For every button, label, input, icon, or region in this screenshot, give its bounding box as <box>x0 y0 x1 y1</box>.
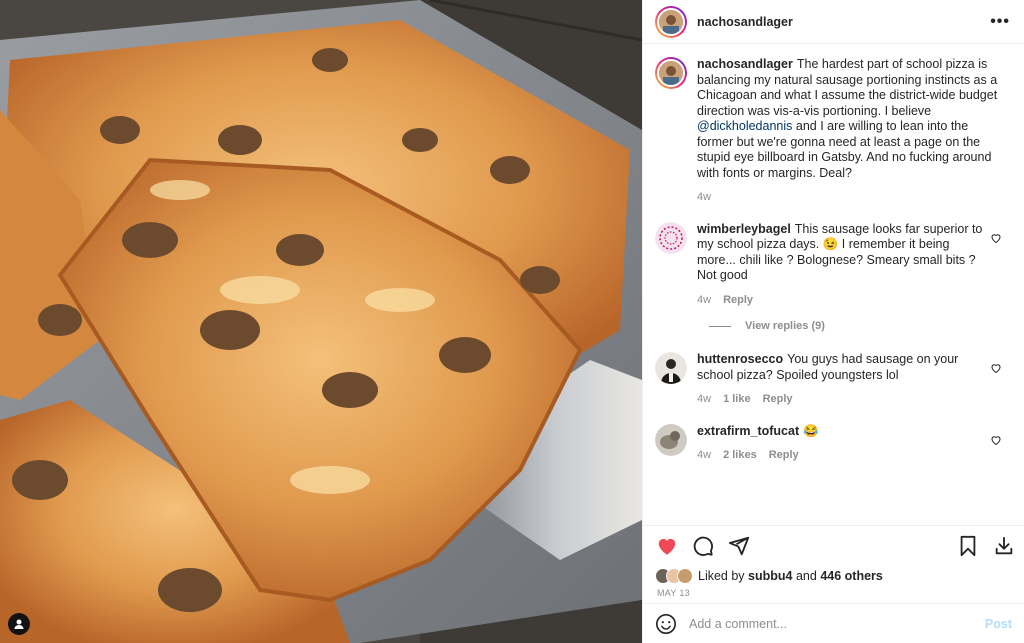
post-date[interactable]: MAY 13 <box>643 586 1024 604</box>
commenter-avatar[interactable] <box>655 423 687 456</box>
post-panel: nachosandlager ••• nachosandlager The har… <box>642 0 1024 643</box>
comment-button[interactable] <box>691 534 715 558</box>
liked-by-count[interactable]: 446 others <box>820 569 883 583</box>
comment-text: 😂 <box>803 423 819 438</box>
add-comment-bar: Post <box>643 603 1024 643</box>
action-bar <box>643 526 1024 566</box>
comment-time[interactable]: 4w <box>697 392 711 408</box>
user-tag-button[interactable] <box>8 613 30 635</box>
download-button[interactable] <box>992 534 1016 558</box>
commenter-avatar[interactable] <box>655 221 687 254</box>
reply-button[interactable]: Reply <box>723 293 753 309</box>
actions-section: Liked by subbu4 and 446 others MAY 13 Po… <box>643 525 1024 643</box>
save-button[interactable] <box>956 534 980 558</box>
liked-by-user[interactable]: subbu4 <box>748 569 792 583</box>
heart-outline-icon[interactable] <box>990 232 1002 244</box>
comment-username[interactable]: extrafirm_tofucat <box>697 424 799 438</box>
emoji-icon[interactable] <box>655 613 677 635</box>
comment-item: wimberleybagel This sausage looks far sup… <box>655 221 1008 309</box>
comment-username[interactable]: wimberleybagel <box>697 222 791 236</box>
liked-by-prefix: Liked by <box>698 569 745 583</box>
comments-list[interactable]: nachosandlager The hardest part of school… <box>643 45 1024 525</box>
author-username[interactable]: nachosandlager <box>697 15 990 29</box>
share-icon <box>728 536 750 556</box>
comment-item: extrafirm_tofucat 😂 4w 2 likes Reply <box>655 423 1008 464</box>
heart-filled-icon <box>658 538 676 555</box>
comment-time[interactable]: 4w <box>697 448 711 464</box>
user-tag-icon <box>14 619 24 629</box>
share-button[interactable] <box>727 534 751 558</box>
pizza-image <box>0 0 642 643</box>
heart-outline-icon[interactable] <box>990 434 1002 446</box>
comment-item: huttenrosecco You guys had sausage on you… <box>655 352 1008 408</box>
heart-outline-icon[interactable] <box>990 362 1002 374</box>
comment-username[interactable]: huttenrosecco <box>697 352 783 366</box>
comment-likes[interactable]: 2 likes <box>723 448 757 464</box>
download-icon <box>995 536 1013 555</box>
divider-line <box>709 325 731 327</box>
post-header: nachosandlager ••• <box>643 0 1024 44</box>
comment-likes[interactable]: 1 like <box>723 392 751 408</box>
more-icon[interactable]: ••• <box>990 13 1010 31</box>
reply-button[interactable]: Reply <box>769 448 799 464</box>
liked-by-middle: and <box>795 569 817 583</box>
reply-button[interactable]: Reply <box>763 392 793 408</box>
comment-time[interactable]: 4w <box>697 293 711 309</box>
bookmark-icon <box>960 535 976 557</box>
view-replies-label: View replies (9) <box>745 320 825 332</box>
likes-summary: Liked by subbu4 and 446 others <box>643 566 1024 586</box>
caption: nachosandlager The hardest part of school… <box>655 57 1008 206</box>
view-replies-button[interactable]: View replies (9) <box>709 320 1008 332</box>
caption-time[interactable]: 4w <box>697 190 711 206</box>
like-button[interactable] <box>655 534 679 558</box>
caption-mention[interactable]: @dickholedannis <box>697 119 792 133</box>
comment-input[interactable] <box>689 616 985 631</box>
author-avatar[interactable] <box>655 5 687 38</box>
post-comment-button[interactable]: Post <box>985 617 1012 631</box>
liker-avatars[interactable] <box>655 568 693 584</box>
caption-username[interactable]: nachosandlager <box>697 57 793 71</box>
commenter-avatar[interactable] <box>655 352 687 384</box>
post-photo[interactable] <box>0 0 642 643</box>
caption-avatar[interactable] <box>655 57 687 89</box>
comment-icon <box>693 536 713 556</box>
